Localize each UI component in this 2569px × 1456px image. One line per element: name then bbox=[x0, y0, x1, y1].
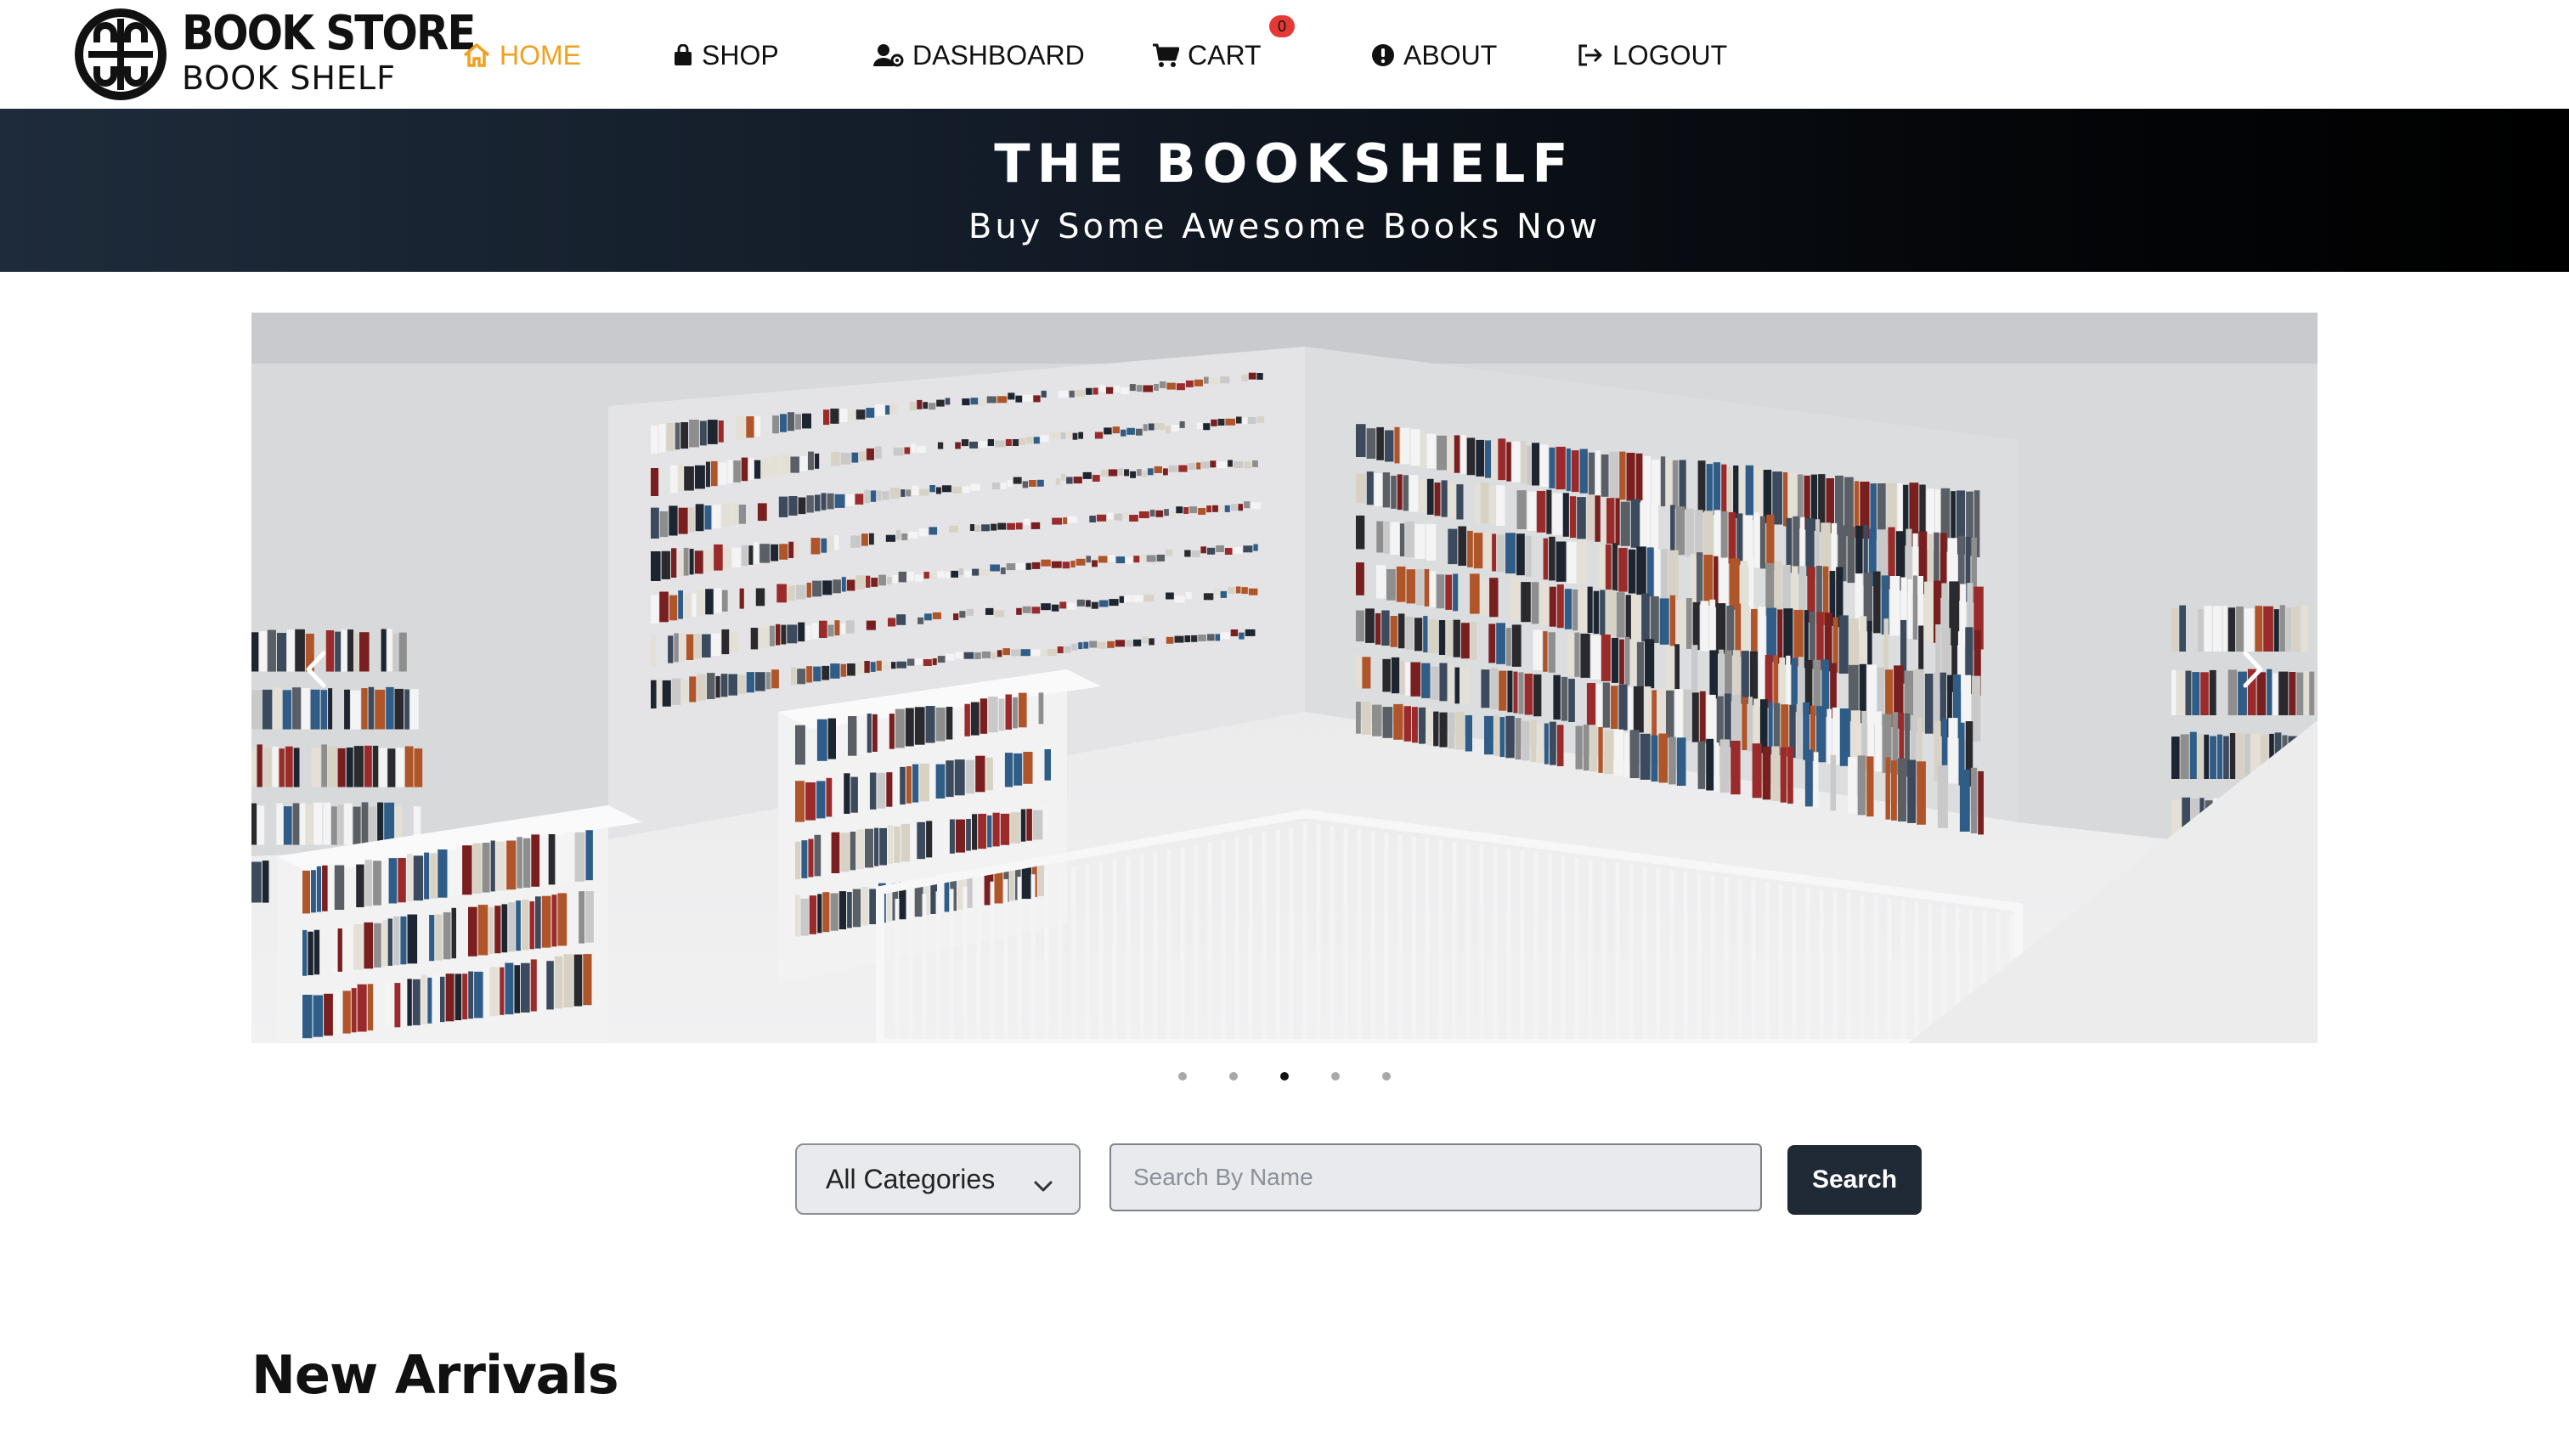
brand-subtitle: BOOK SHELF bbox=[182, 59, 396, 97]
chevron-left-icon bbox=[306, 651, 326, 688]
bookstore-logo-icon bbox=[71, 5, 170, 104]
nav-cart[interactable]: CART 0 bbox=[1152, 15, 1295, 76]
navbar: BOOK STORE BOOK SHELF HOME SHOP DASHBOAR… bbox=[0, 0, 2569, 109]
nav-cart-label: CART bbox=[1188, 39, 1262, 71]
category-select-value: All Categories bbox=[826, 1163, 996, 1194]
user-gear-icon bbox=[873, 43, 904, 67]
brand-title: BOOK STORE bbox=[182, 5, 477, 61]
carousel-indicators bbox=[0, 1072, 2569, 1081]
chevron-down-icon bbox=[1033, 1169, 1053, 1200]
carousel-dot[interactable] bbox=[1382, 1072, 1391, 1081]
shopping-bag-icon bbox=[673, 44, 693, 66]
nav-shop-label: SHOP bbox=[702, 39, 779, 71]
carousel-next-button[interactable] bbox=[2219, 635, 2287, 703]
hero-banner: THE BOOKSHELF Buy Some Awesome Books Now bbox=[0, 109, 2569, 272]
carousel-prev-button[interactable] bbox=[282, 635, 350, 703]
carousel-dot[interactable] bbox=[1178, 1072, 1187, 1081]
logout-icon bbox=[1577, 43, 1604, 67]
carousel-dot[interactable] bbox=[1280, 1072, 1289, 1081]
home-icon bbox=[462, 42, 491, 68]
nav-about-label: ABOUT bbox=[1403, 39, 1498, 71]
carousel-dot[interactable] bbox=[1331, 1072, 1340, 1081]
nav-logout[interactable]: LOGOUT bbox=[1577, 34, 1727, 76]
library-photo bbox=[251, 313, 2318, 1043]
cart-count-badge: 0 bbox=[1269, 15, 1295, 37]
nav-about[interactable]: ABOUT bbox=[1371, 34, 1497, 76]
shopping-cart-icon bbox=[1152, 42, 1179, 68]
nav-shop[interactable]: SHOP bbox=[673, 34, 779, 76]
new-arrivals-heading: New Arrivals bbox=[251, 1344, 619, 1406]
carousel-dot[interactable] bbox=[1229, 1072, 1238, 1081]
nav-logout-label: LOGOUT bbox=[1612, 39, 1728, 71]
category-select[interactable]: All Categories bbox=[795, 1143, 1081, 1215]
nav-home[interactable]: HOME bbox=[462, 34, 581, 76]
nav-home-label: HOME bbox=[500, 39, 581, 71]
brand[interactable]: BOOK STORE BOOK SHELF bbox=[71, 3, 477, 105]
chevron-right-icon bbox=[2243, 651, 2263, 688]
image-carousel[interactable] bbox=[251, 313, 2318, 1043]
hero-subtitle: Buy Some Awesome Books Now bbox=[968, 207, 1601, 246]
search-input[interactable] bbox=[1109, 1143, 1762, 1211]
nav-dashboard-label: DASHBOARD bbox=[912, 39, 1085, 71]
nav-dashboard[interactable]: DASHBOARD bbox=[873, 34, 1085, 76]
hero-title: THE BOOKSHELF bbox=[994, 133, 1575, 195]
search-button[interactable]: Search bbox=[1787, 1145, 1922, 1215]
info-icon bbox=[1371, 43, 1395, 67]
